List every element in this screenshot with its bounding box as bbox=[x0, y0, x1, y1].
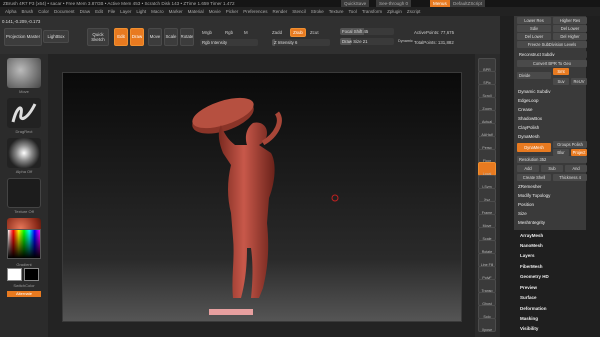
color-picker[interactable] bbox=[7, 229, 41, 259]
total-points-readout: TotalPoints: 131,882 bbox=[414, 40, 454, 45]
menus-button[interactable]: Menus bbox=[430, 0, 450, 7]
tool-palette bbox=[500, 16, 600, 337]
rgb-intensity-slider[interactable]: Rgb Intensity bbox=[200, 39, 258, 46]
texture-thumbnail[interactable] bbox=[7, 178, 41, 208]
shelf-button-xyz[interactable]: Xyz bbox=[478, 188, 496, 202]
menu-item-color[interactable]: Color bbox=[38, 7, 49, 16]
shelf-button-transp[interactable]: Transp bbox=[478, 279, 496, 293]
shelf-button-line-fill[interactable]: Line Fill bbox=[478, 253, 496, 267]
zcut-button[interactable]: Zcut bbox=[310, 30, 319, 35]
shelf-button-rotate[interactable]: Rotate bbox=[478, 240, 496, 254]
rgb-button[interactable]: Rgb bbox=[225, 30, 233, 35]
shelf-button-move[interactable]: Move bbox=[478, 214, 496, 228]
menu-item-edit[interactable]: Edit bbox=[95, 7, 103, 16]
stroke-label: DragRect bbox=[15, 129, 33, 134]
focal-shift-slider[interactable]: Focal Shift 45 bbox=[340, 28, 394, 35]
stroke-icon bbox=[11, 103, 37, 123]
menu-item-draw[interactable]: Draw bbox=[80, 7, 91, 16]
shelf-button-scale[interactable]: Scale bbox=[478, 227, 496, 241]
shelf-button-local[interactable]: Local bbox=[478, 162, 496, 176]
figure-body bbox=[218, 122, 275, 299]
shelf-button-floor[interactable]: Floor bbox=[478, 149, 496, 163]
menu-item-zplugin[interactable]: Zplugin bbox=[387, 7, 402, 16]
quick-sketch-button[interactable]: Quick Sketch bbox=[87, 28, 109, 46]
right-shelf: BPR SPix Scroll Zoom Actual AAHalf Persp Floor L… bbox=[475, 54, 499, 337]
secondary-color-swatch[interactable] bbox=[24, 268, 39, 281]
shelf-button-solo[interactable]: Solo bbox=[478, 305, 496, 319]
shelf-button-lsym[interactable]: LSym bbox=[478, 175, 496, 189]
gradient-label: Gradient bbox=[16, 262, 32, 267]
default-zscript-button[interactable]: DefaultZScript bbox=[450, 0, 486, 7]
brush-label: Move bbox=[19, 89, 29, 94]
menu-item-texture[interactable]: Texture bbox=[329, 7, 344, 16]
menu-item-material[interactable]: Material bbox=[188, 7, 204, 16]
menu-item-layer[interactable]: Layer bbox=[120, 7, 131, 16]
menu-item-tool[interactable]: Tool bbox=[349, 7, 357, 16]
zsub-button[interactable]: Zsub bbox=[290, 28, 306, 37]
shelf-button-aahalf[interactable]: AAHalf bbox=[478, 123, 496, 137]
texture-label: Texture Off bbox=[14, 209, 34, 214]
shelf-button-bpr[interactable]: BPR bbox=[478, 58, 496, 72]
quicksave-button[interactable]: QuickSave bbox=[341, 0, 370, 7]
shelf-button-persp[interactable]: Persp bbox=[478, 136, 496, 150]
sculpt-figure bbox=[192, 97, 339, 315]
brush-thumbnail[interactable] bbox=[7, 58, 41, 88]
title-text: ZBrush 4R7 P3 (x64) • sacar • Free Mem 3… bbox=[3, 1, 235, 6]
lightbox-button[interactable]: LightBox bbox=[43, 30, 69, 43]
menu-item-document[interactable]: Document bbox=[54, 7, 75, 16]
menu-item-preferences[interactable]: Preferences bbox=[243, 7, 267, 16]
coordinates-readout: 0.141,-0.209,-0.173 bbox=[2, 19, 41, 24]
title-bar: ZBrush 4R7 P3 (x64) • sacar • Free Mem 3… bbox=[0, 0, 600, 7]
menu-item-stroke[interactable]: Stroke bbox=[311, 7, 324, 16]
menu-item-render[interactable]: Render bbox=[272, 7, 287, 16]
shelf-button-ghost[interactable]: Ghost bbox=[478, 292, 496, 306]
menu-item-alpha[interactable]: Alpha bbox=[5, 7, 17, 16]
move-button[interactable]: Move bbox=[148, 28, 162, 46]
menu-item-zscript[interactable]: Zscript bbox=[407, 7, 421, 16]
main-color-swatch[interactable] bbox=[7, 268, 22, 281]
menu-item-file[interactable]: File bbox=[108, 7, 115, 16]
alternate-button[interactable]: Alternate bbox=[7, 291, 41, 297]
draw-size-slider[interactable]: Draw Size 21 bbox=[340, 38, 394, 45]
menu-bar: Alpha Brush Color Document Draw Edit File Layer… bbox=[0, 7, 600, 16]
shelf-button-frame[interactable]: Frame bbox=[478, 201, 496, 215]
stroke-thumbnail[interactable] bbox=[7, 98, 41, 128]
geometry-subpalette bbox=[514, 16, 586, 230]
menu-item-movie[interactable]: Movie bbox=[209, 7, 221, 16]
draw-button[interactable]: Draw bbox=[130, 28, 144, 46]
menu-item-stencil[interactable]: Stencil bbox=[292, 7, 306, 16]
zadd-button[interactable]: Zadd bbox=[272, 30, 282, 35]
alpha-thumbnail[interactable] bbox=[7, 138, 41, 168]
rotate-button[interactable]: Rotate bbox=[180, 28, 194, 46]
pedestal bbox=[209, 309, 253, 315]
edit-button[interactable]: Edit bbox=[114, 28, 128, 46]
shelf-button-scroll[interactable]: Scroll bbox=[478, 84, 496, 98]
scale-button[interactable]: Scale bbox=[164, 28, 178, 46]
left-shelf: Move DragRect Alpha Off Texture Off MatC… bbox=[0, 54, 48, 337]
menu-item-macro[interactable]: Macro bbox=[151, 7, 164, 16]
see-through-slider[interactable]: See-through 0 bbox=[376, 0, 412, 7]
active-points-readout: ActivePoints: 77,675 bbox=[414, 30, 455, 35]
z-intensity-slider[interactable]: Z Intensity 6 bbox=[272, 39, 330, 46]
menu-item-brush[interactable]: Brush bbox=[22, 7, 34, 16]
menu-item-picker[interactable]: Picker bbox=[226, 7, 239, 16]
menu-item-transform[interactable]: Transform bbox=[362, 7, 382, 16]
alpha-label: Alpha Off bbox=[15, 169, 33, 174]
mrgb-button[interactable]: Mrgb bbox=[202, 30, 212, 35]
shelf-button-xpose[interactable]: Xpose bbox=[478, 318, 496, 332]
shelf-button-zoom[interactable]: Zoom bbox=[478, 97, 496, 111]
shelf-button-actual[interactable]: Actual bbox=[478, 110, 496, 124]
shelf-button-spix[interactable]: SPix bbox=[478, 71, 496, 85]
brush-cursor bbox=[331, 194, 339, 202]
switch-color-button[interactable]: SwitchColor bbox=[4, 283, 44, 288]
menu-item-light[interactable]: Light bbox=[136, 7, 146, 16]
projection-master-button[interactable]: Projection Master bbox=[4, 28, 42, 46]
m-button[interactable]: M bbox=[244, 30, 248, 35]
dynamic-button[interactable]: Dynamic bbox=[398, 39, 413, 43]
menu-item-marker[interactable]: Marker bbox=[169, 7, 183, 16]
shelf-button-polyf[interactable]: PolyF bbox=[478, 266, 496, 280]
document-viewport[interactable] bbox=[62, 72, 462, 322]
